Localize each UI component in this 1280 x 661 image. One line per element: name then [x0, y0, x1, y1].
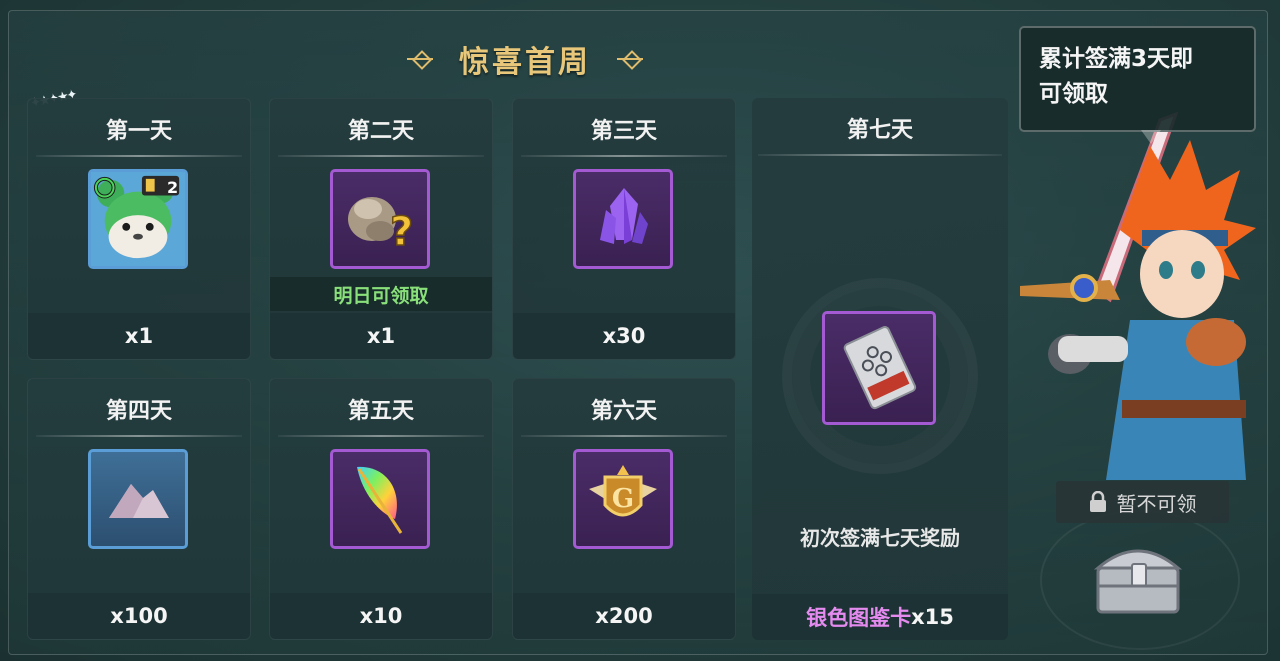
claim-status-banner: 明日可领取 — [270, 277, 492, 311]
silver-card-icon — [843, 326, 917, 410]
tooltip-line-1: 累计签满3天即 — [1039, 46, 1194, 72]
title-bar: 惊喜首周 — [380, 34, 670, 84]
reward-quantity: x30 — [513, 313, 735, 359]
day-label: 第四天 — [105, 399, 172, 424]
reward-quantity: x200 — [513, 593, 735, 639]
day-card-5[interactable]: 第五天 x10 — [269, 378, 493, 640]
claim-button-label: 暂不可领 — [1116, 491, 1197, 516]
reward-quantity: x10 — [270, 593, 492, 639]
dust-pile-icon — [109, 484, 169, 518]
day-label: 第三天 — [590, 119, 657, 144]
reward-slot[interactable] — [573, 169, 673, 269]
day-card-3[interactable]: 第三天 x30 — [512, 98, 736, 360]
lock-icon — [1089, 491, 1106, 512]
divider — [36, 155, 242, 157]
purple-crystal-icon — [600, 188, 648, 244]
day7-description: 初次签满七天奖励 — [800, 526, 960, 550]
day-card-1[interactable]: 第一天 2 x1 — [27, 98, 251, 360]
divider — [278, 155, 484, 157]
reward-slot[interactable]: G — [573, 449, 673, 549]
day-card-6[interactable]: 第六天 G x200 — [512, 378, 736, 640]
day-card-4[interactable]: 第四天 x100 — [27, 378, 251, 640]
page-title: 惊喜首周 — [459, 45, 591, 80]
right-ornament-icon — [617, 52, 643, 66]
divider — [758, 154, 1002, 156]
day-label: 第二天 — [347, 119, 414, 144]
reward-slot[interactable]: ? — [330, 169, 430, 269]
reward-count: x15 — [911, 605, 954, 629]
divider — [36, 435, 242, 437]
reward-quantity: x100 — [28, 593, 250, 639]
treasure-chest-icon[interactable] — [1088, 534, 1188, 618]
svg-text:G: G — [612, 484, 634, 514]
left-ornament-icon — [407, 52, 433, 66]
divider — [521, 155, 727, 157]
day-card-7[interactable]: 第七天 初次签满七天奖励 银色图鉴卡 x15 — [752, 98, 1008, 640]
day-label: 第七天 — [846, 118, 913, 143]
divider — [278, 435, 484, 437]
reward-quantity: 银色图鉴卡 x15 — [752, 594, 1008, 640]
mystery-ore-icon: ? — [348, 197, 414, 256]
reward-slot[interactable] — [88, 449, 188, 549]
reward-quantity: x1 — [270, 313, 492, 359]
reward-slot[interactable] — [822, 311, 936, 425]
gold-g-emblem-icon: G — [589, 465, 657, 517]
day-label: 第一天 — [105, 119, 172, 144]
day-label: 第五天 — [347, 399, 414, 424]
reward-name: 银色图鉴卡 — [806, 606, 912, 630]
reward-slot[interactable]: 2 — [88, 169, 188, 269]
tooltip-line-2: 可领取 — [1039, 81, 1108, 107]
reward-quantity: x1 — [28, 313, 250, 359]
rainbow-feather-icon — [357, 466, 403, 534]
divider — [521, 435, 727, 437]
hero-character-illustration — [1020, 111, 1256, 480]
svg-text:?: ? — [390, 209, 413, 255]
tooltip-bubble: 累计签满3天即 可领取 — [1019, 26, 1256, 144]
item-count-badge: 2 — [167, 178, 179, 197]
day-label: 第六天 — [590, 399, 657, 424]
claim-button[interactable]: 暂不可领 — [1056, 481, 1229, 523]
day-card-2[interactable]: 第二天 ? 明日可领取 x1 — [269, 98, 493, 360]
reward-slot[interactable] — [330, 449, 430, 549]
